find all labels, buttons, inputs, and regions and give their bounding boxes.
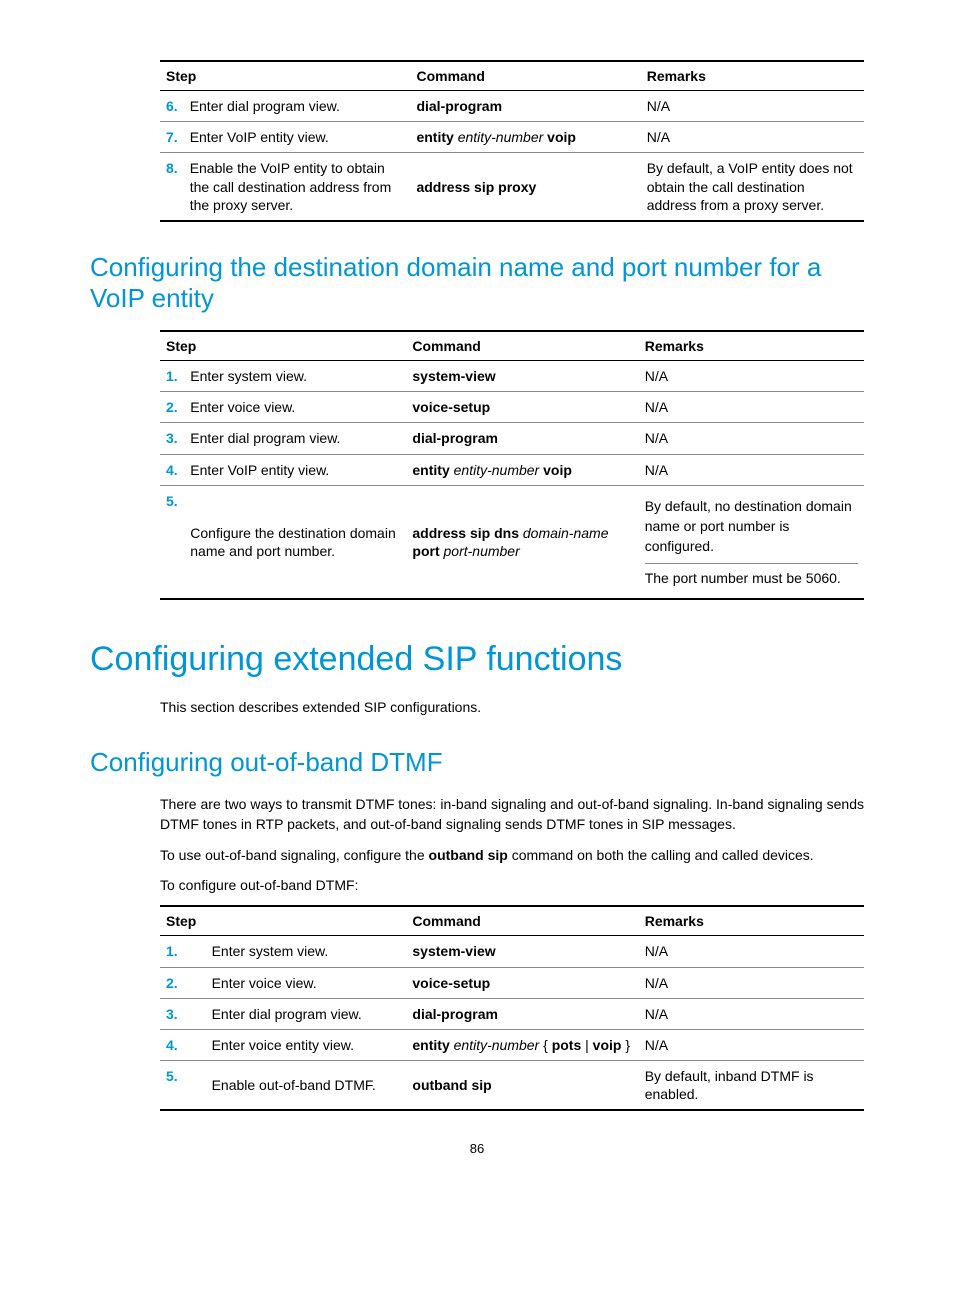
- page-number: 86: [90, 1141, 864, 1156]
- header-step: Step: [160, 61, 410, 91]
- table-row: 4. Enter voice entity view. entity entit…: [160, 1029, 864, 1060]
- proxy-server-table: Step Command Remarks 6. Enter dial progr…: [160, 60, 864, 222]
- dest-domain-table: Step Command Remarks 1. Enter system vie…: [160, 330, 864, 600]
- table-row: 4. Enter VoIP entity view. entity entity…: [160, 454, 864, 485]
- header-remarks: Remarks: [639, 331, 864, 361]
- table-row: 5. Configure the destination domain name…: [160, 485, 864, 599]
- out-of-band-dtmf-table: Step Command Remarks 1. Enter system vie…: [160, 905, 864, 1111]
- header-command: Command: [406, 906, 638, 936]
- header-remarks: Remarks: [641, 61, 864, 91]
- table-row: 2. Enter voice view. voice-setup N/A: [160, 967, 864, 998]
- table-row: 3. Enter dial program view. dial-program…: [160, 998, 864, 1029]
- table-row: 1. Enter system view. system-view N/A: [160, 360, 864, 391]
- table-row: 1. Enter system view. system-view N/A: [160, 936, 864, 967]
- heading-dest-domain: Configuring the destination domain name …: [90, 252, 864, 314]
- table-row: 7. Enter VoIP entity view. entity entity…: [160, 122, 864, 153]
- table-row: 8. Enable the VoIP entity to obtain the …: [160, 153, 864, 221]
- configure-dtmf-para: To configure out-of-band DTMF:: [160, 875, 864, 895]
- heading-extended-sip: Configuring extended SIP functions: [90, 640, 864, 679]
- header-step: Step: [160, 906, 406, 936]
- header-remarks: Remarks: [639, 906, 864, 936]
- table-row: 2. Enter voice view. voice-setup N/A: [160, 392, 864, 423]
- header-step: Step: [160, 331, 406, 361]
- heading-out-of-band-dtmf: Configuring out-of-band DTMF: [90, 747, 864, 778]
- dtmf-desc-para: There are two ways to transmit DTMF tone…: [160, 794, 864, 835]
- header-command: Command: [406, 331, 638, 361]
- table-row: 3. Enter dial program view. dial-program…: [160, 423, 864, 454]
- outband-sip-para: To use out-of-band signaling, configure …: [160, 845, 864, 865]
- table-row: 5. Enable out-of-band DTMF. outband sip …: [160, 1061, 864, 1111]
- table-row: 6. Enter dial program view. dial-program…: [160, 91, 864, 122]
- header-command: Command: [410, 61, 640, 91]
- extended-sip-intro: This section describes extended SIP conf…: [160, 697, 864, 717]
